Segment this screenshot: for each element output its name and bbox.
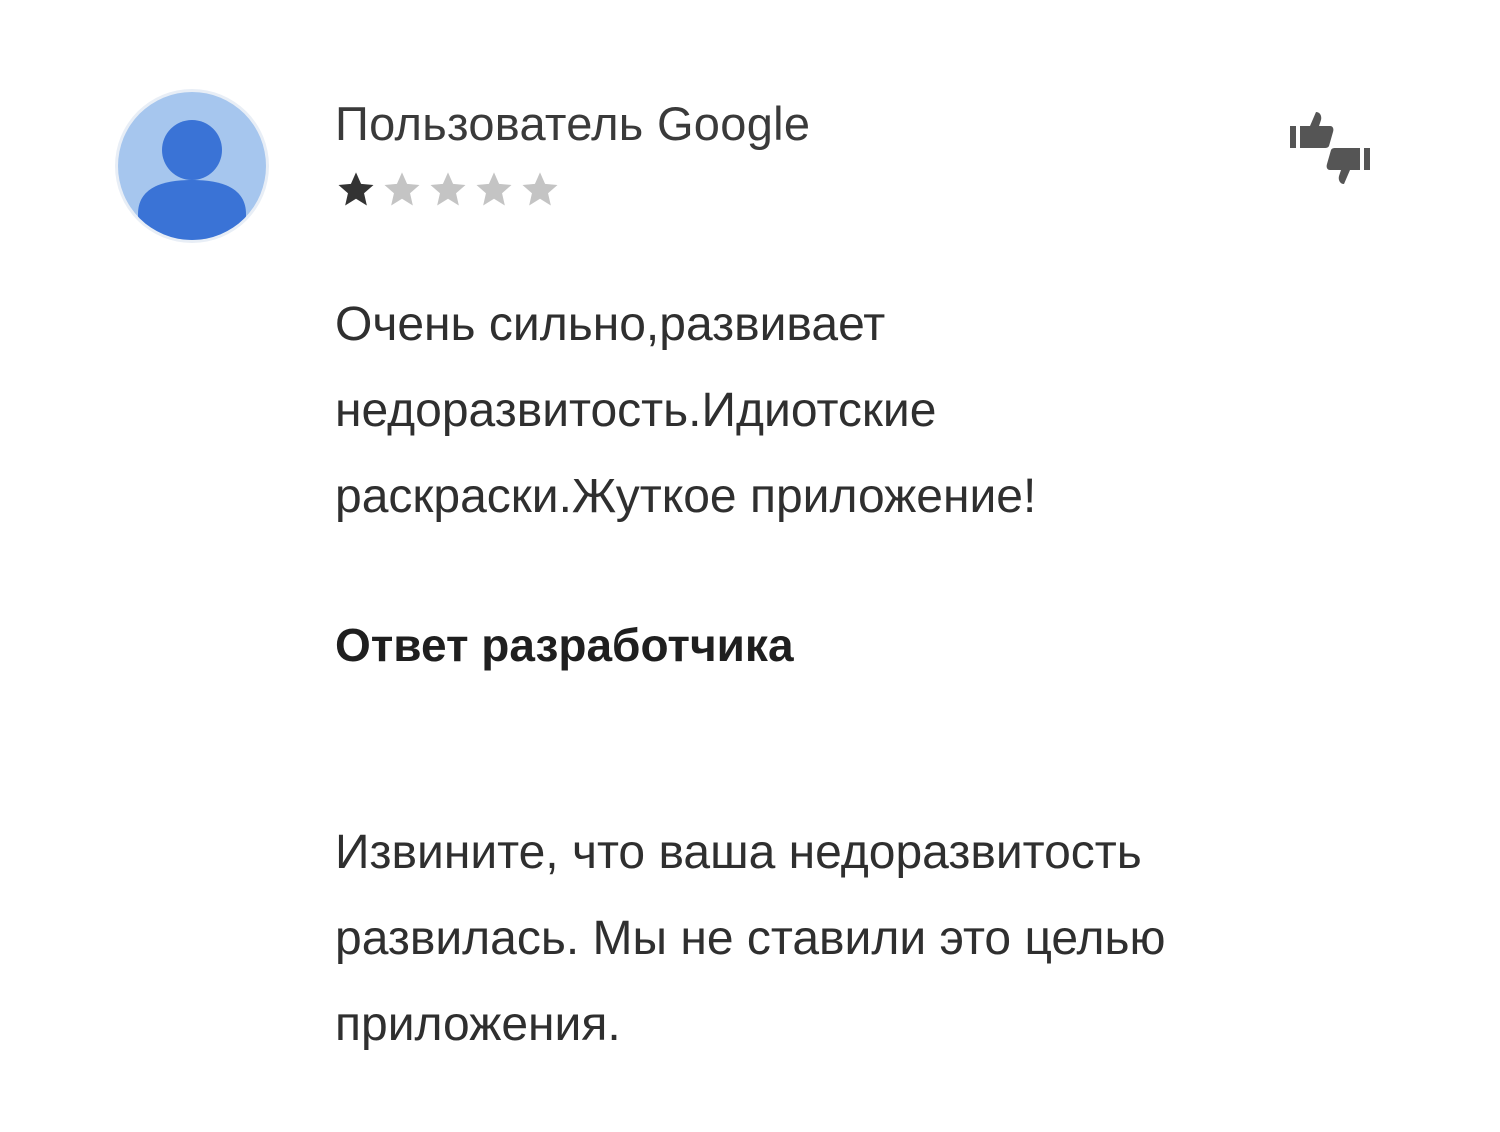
star-rating: [335, 168, 561, 212]
developer-response-line: Извините, что ваша недоразвитость: [335, 826, 1142, 879]
review-text-line: раскраски.Жуткое приложение!: [335, 470, 1037, 523]
star-empty-icon: [384, 172, 420, 206]
review-author-name: Пользователь Google: [335, 97, 811, 150]
review-text: Очень сильно,развивает недоразвитость.Ид…: [335, 282, 1335, 540]
user-avatar-icon: [118, 92, 266, 240]
star-empty-icon: [522, 172, 558, 206]
review-card: Пользователь Google Очень сильно,развива…: [0, 0, 1500, 1132]
developer-response-line: приложения.: [335, 998, 621, 1051]
star-filled-icon: [338, 172, 374, 206]
developer-response-heading: Ответ разработчика: [335, 619, 794, 671]
star-empty-icon: [430, 172, 466, 206]
review-text-line: недоразвитость.Идиотские: [335, 384, 937, 437]
developer-response-line: развилась. Мы не ставили это целью: [335, 912, 1166, 965]
review-text-line: Очень сильно,развивает: [335, 298, 886, 351]
developer-response-text: Извините, что ваша недоразвитость развил…: [335, 810, 1435, 1068]
thumbs-up-down-icon[interactable]: [1284, 108, 1376, 188]
star-empty-icon: [476, 172, 512, 206]
